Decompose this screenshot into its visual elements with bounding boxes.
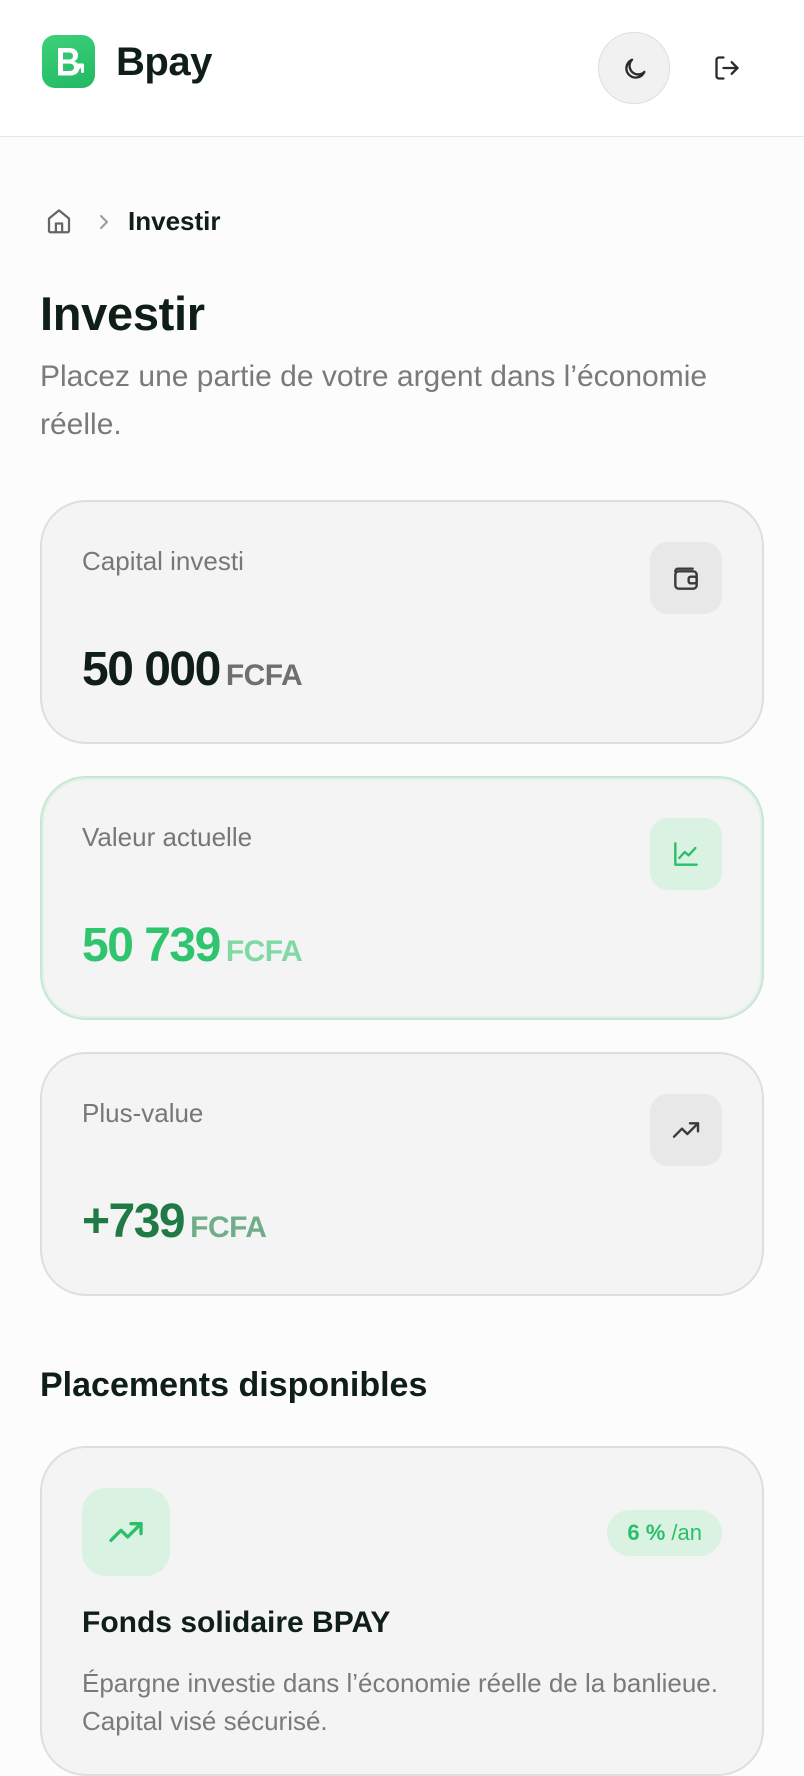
stat-unit: FCFA [190,1211,267,1244]
top-bar: Bpay [0,0,804,137]
stat-icon-box [650,818,722,890]
trending-up-icon [109,1522,143,1542]
stat-number: 50 739 [82,919,221,972]
breadcrumb-current: Investir [128,206,221,236]
logout-button[interactable] [703,44,751,92]
stat-label: Plus-value [82,1098,204,1128]
stat-card-plus-value: Plus-value +739 FCFA [40,1052,764,1296]
stat-card-capital-investi: Capital investi 50 000 FCFA [40,500,764,744]
bpay-logo-icon[interactable] [42,35,95,88]
stat-label: Valeur actuelle [82,822,253,852]
section-title-placements: Placements disponibles [40,1366,428,1404]
home-icon[interactable] [44,206,74,236]
brand-name: Bpay [116,40,212,84]
stat-icon-box [650,542,722,614]
stat-icon-box [650,1094,722,1166]
stat-card-valeur-actuelle: Valeur actuelle 50 739 FCFA [40,776,764,1020]
stat-number: +739 [82,1195,186,1248]
logout-icon [715,56,739,80]
stat-number: 50 000 [82,643,221,696]
stat-value: 50 000 FCFA [82,642,303,697]
chevron-right-icon [100,215,108,229]
placement-icon-box [82,1488,170,1576]
placement-name: Fonds solidaire BPAY [82,1606,391,1639]
placement-card[interactable]: 6 % /an Fonds solidaire BPAY Épargne inv… [40,1446,764,1776]
page-subtitle: Placez une partie de votre argent dans l… [40,360,708,441]
stat-label: Capital investi [82,546,244,576]
moon-icon [625,58,646,79]
line-chart-icon [674,842,698,866]
trending-up-icon [672,1122,700,1138]
page-title: Investir [40,287,205,340]
stat-value: +739 FCFA [82,1194,267,1249]
placement-description: Épargne investie dans l’économie réelle … [82,1668,718,1736]
rate-value: 6 % [627,1520,666,1545]
rate-badge: 6 % /an [607,1510,722,1556]
rate-period: /an [671,1520,702,1545]
theme-toggle-button[interactable] [598,32,670,104]
stat-unit: FCFA [225,935,303,968]
stat-unit: FCFA [225,659,303,692]
wallet-icon [674,567,698,590]
stat-value: 50 739 FCFA [82,918,303,973]
